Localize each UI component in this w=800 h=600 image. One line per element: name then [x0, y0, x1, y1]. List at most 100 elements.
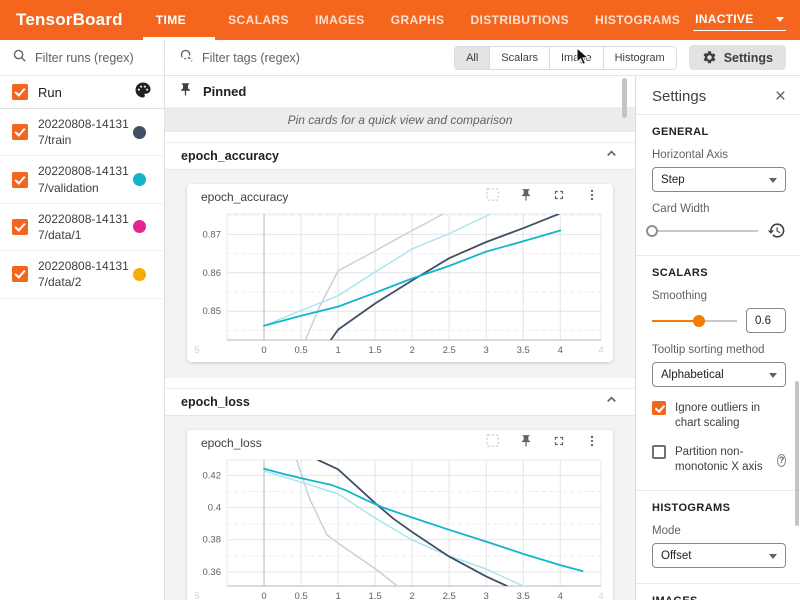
section-title: epoch_accuracy	[181, 149, 604, 163]
run-checkbox[interactable]	[12, 124, 28, 140]
settings-panel-title: Settings	[652, 88, 775, 105]
svg-text:3: 3	[484, 345, 489, 356]
nav-tabs: TIME SERIES SCALARS IMAGES GRAPHS DISTRI…	[143, 0, 693, 40]
horizontal-axis-value: Step	[661, 174, 685, 186]
horizontal-axis-select[interactable]: Step	[652, 167, 786, 192]
svg-text:1.5: 1.5	[369, 345, 382, 356]
svg-text:0.36: 0.36	[203, 567, 222, 578]
partition-x-axis-checkbox[interactable]	[652, 445, 666, 459]
run-name: 20220808-141317/validation	[38, 163, 133, 195]
svg-text:0.4: 0.4	[208, 503, 221, 514]
epoch-accuracy-chart[interactable]: 0.850.860.8700.511.522.533.5454	[187, 210, 613, 362]
histogram-mode-select[interactable]: Offset	[652, 543, 786, 568]
pinned-title: Pinned	[203, 84, 246, 99]
smoothing-value-input[interactable]	[746, 308, 786, 333]
filter-tags-input[interactable]	[202, 51, 362, 65]
tooltip-sorting-label: Tooltip sorting method	[652, 344, 786, 356]
section-title: epoch_loss	[181, 395, 604, 409]
reset-icon[interactable]	[767, 221, 786, 240]
svg-text:0.5: 0.5	[294, 345, 307, 356]
tooltip-sorting-value: Alphabetical	[661, 369, 724, 381]
settings-button[interactable]: Settings	[689, 45, 786, 70]
run-checkbox[interactable]	[12, 172, 28, 188]
tab-time-series[interactable]: TIME SERIES	[143, 0, 215, 40]
svg-text:0.85: 0.85	[203, 306, 222, 317]
epoch-loss-chart[interactable]: 0.360.380.40.4200.511.522.533.5454	[187, 456, 613, 600]
run-row-train[interactable]: 20220808-141317/train	[0, 109, 164, 156]
run-checkbox[interactable]	[12, 219, 28, 235]
tag-filter-group: All Scalars Image Histogram	[454, 46, 677, 70]
settings-scrollbar[interactable]	[795, 381, 799, 526]
fullscreen-icon[interactable]	[552, 188, 566, 207]
pin-card-icon[interactable]	[519, 188, 533, 207]
scalar-card-epoch-accuracy: epoch_accuracy 0.850.860.8700	[187, 184, 613, 362]
tab-histograms[interactable]: HISTOGRAMS	[582, 0, 693, 40]
settings-section-scalars: SCALARS Smoothing Tooltip sorting method…	[636, 255, 800, 490]
close-icon[interactable]: ×	[775, 89, 786, 105]
data-selection-icon[interactable]	[485, 433, 500, 453]
run-name: 20220808-141317/train	[38, 116, 133, 148]
svg-text:0.5: 0.5	[294, 591, 307, 600]
card-title: epoch_loss	[201, 436, 485, 450]
mouse-cursor	[576, 47, 593, 71]
run-name: 20220808-141317/data/2	[38, 258, 133, 290]
svg-text:0.86: 0.86	[203, 268, 222, 279]
run-row-data-2[interactable]: 20220808-141317/data/2	[0, 251, 164, 298]
data-selection-icon[interactable]	[485, 187, 500, 207]
svg-text:4: 4	[598, 591, 603, 600]
tooltip-sorting-select[interactable]: Alphabetical	[652, 362, 786, 387]
run-checkbox[interactable]	[12, 266, 28, 282]
slider-thumb[interactable]	[646, 225, 658, 237]
tab-distributions[interactable]: DISTRIBUTIONS	[457, 0, 582, 40]
app-header: TensorBoard TIME SERIES SCALARS IMAGES G…	[0, 0, 800, 40]
smoothing-slider[interactable]	[652, 314, 737, 328]
svg-text:3.5: 3.5	[517, 345, 530, 356]
filter-all-button[interactable]: All	[455, 47, 489, 69]
help-icon[interactable]: ?	[777, 454, 786, 467]
run-color-dot	[133, 220, 146, 233]
select-all-runs-checkbox[interactable]	[12, 84, 28, 100]
slider-thumb[interactable]	[693, 315, 705, 327]
horizontal-axis-label: Horizontal Axis	[652, 149, 786, 161]
ignore-outliers-checkbox[interactable]	[652, 401, 666, 415]
svg-text:0.87: 0.87	[203, 229, 222, 240]
partition-x-axis-label: Partition non-monotonic X axis	[675, 445, 772, 475]
run-row-validation[interactable]: 20220808-141317/validation	[0, 156, 164, 203]
kebab-menu-icon[interactable]	[585, 188, 599, 207]
filter-runs-input[interactable]	[35, 51, 152, 65]
settings-button-label: Settings	[724, 51, 773, 65]
chevron-up-icon[interactable]	[604, 146, 619, 166]
chevron-up-icon[interactable]	[604, 392, 619, 412]
histograms-heading: HISTOGRAMS	[652, 502, 786, 514]
runs-sidebar: Run 20220808-141317/train 20220808-14131…	[0, 40, 165, 600]
fullscreen-icon[interactable]	[552, 434, 566, 453]
filter-scalars-button[interactable]: Scalars	[489, 47, 549, 69]
tab-scalars[interactable]: SCALARS	[215, 0, 302, 40]
tab-graphs[interactable]: GRAPHS	[378, 0, 458, 40]
reload-status-value: INACTIVE	[695, 12, 753, 26]
section-header-epoch-loss[interactable]: epoch_loss	[165, 388, 635, 416]
run-color-dot	[133, 268, 146, 281]
card-width-slider[interactable]	[652, 224, 758, 238]
main-scrollbar[interactable]	[622, 78, 627, 118]
svg-text:3.5: 3.5	[517, 591, 530, 600]
reload-status-dropdown[interactable]: INACTIVE	[693, 9, 785, 31]
run-color-dot	[133, 126, 146, 139]
chevron-down-icon	[769, 554, 777, 559]
svg-text:0: 0	[261, 591, 266, 600]
svg-text:0: 0	[261, 345, 266, 356]
filter-histogram-button[interactable]: Histogram	[603, 47, 676, 69]
run-row-data-1[interactable]: 20220808-141317/data/1	[0, 204, 164, 251]
pin-icon	[178, 82, 193, 102]
svg-text:4: 4	[558, 345, 563, 356]
svg-text:2: 2	[410, 345, 415, 356]
app-logo: TensorBoard	[0, 10, 143, 30]
section-header-epoch-accuracy[interactable]: epoch_accuracy	[165, 142, 635, 170]
cards-scroll-area: Pinned Pin cards for a quick view and co…	[165, 76, 635, 600]
palette-icon[interactable]	[134, 81, 152, 104]
pinned-empty-message: Pin cards for a quick view and compariso…	[165, 108, 635, 132]
settings-panel: Settings × GENERAL Horizontal Axis Step …	[635, 76, 800, 600]
tab-images[interactable]: IMAGES	[302, 0, 378, 40]
pin-card-icon[interactable]	[519, 434, 533, 453]
kebab-menu-icon[interactable]	[585, 434, 599, 453]
